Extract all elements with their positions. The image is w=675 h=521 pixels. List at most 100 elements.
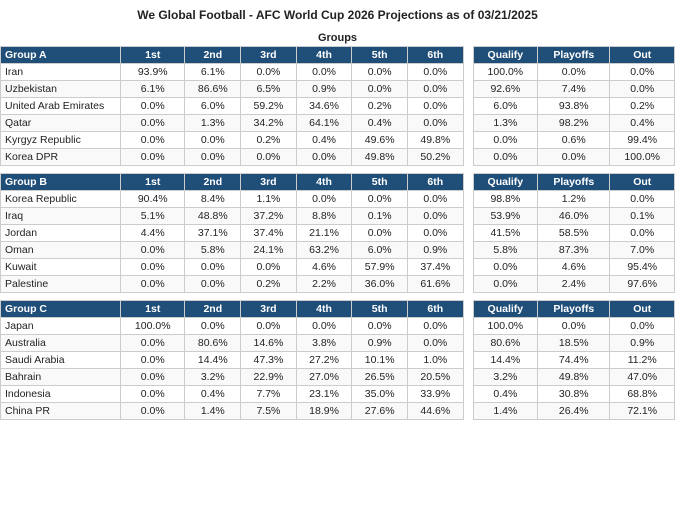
out-val: 0.0%	[610, 191, 675, 208]
out-val: 72.1%	[610, 403, 675, 420]
rank3-val: 0.2%	[241, 132, 297, 149]
rank4-val: 2.2%	[296, 276, 352, 293]
section-groups-label: Groups	[0, 28, 675, 46]
team-name: Iran	[1, 64, 121, 81]
gap-col	[463, 98, 473, 115]
gap-col	[463, 208, 473, 225]
gap-col	[463, 259, 473, 276]
rank2-val: 6.0%	[185, 98, 241, 115]
group-a-rank4-header: 4th	[296, 47, 352, 64]
rank6-val: 0.0%	[407, 335, 463, 352]
team-name: Indonesia	[1, 386, 121, 403]
rank6-val: 0.0%	[407, 318, 463, 335]
qualify-val: 1.3%	[473, 115, 537, 132]
qualify-val: 0.4%	[473, 386, 537, 403]
table-row: Bahrain 0.0% 3.2% 22.9% 27.0% 26.5% 20.5…	[1, 369, 675, 386]
playoffs-val: 98.2%	[538, 115, 610, 132]
out-val: 0.4%	[610, 115, 675, 132]
rank4-val: 0.0%	[296, 318, 352, 335]
rank1-val: 0.0%	[121, 335, 185, 352]
team-name: Australia	[1, 335, 121, 352]
out-val: 7.0%	[610, 242, 675, 259]
gap-col	[463, 403, 473, 420]
group-a-rank1-header: 1st	[121, 47, 185, 64]
rank1-val: 0.0%	[121, 386, 185, 403]
rank5-val: 49.6%	[352, 132, 408, 149]
group-c-rank2-header: 2nd	[185, 301, 241, 318]
rank6-val: 0.0%	[407, 98, 463, 115]
rank6-val: 20.5%	[407, 369, 463, 386]
gap-col	[463, 352, 473, 369]
rank1-val: 0.0%	[121, 115, 185, 132]
rank2-val: 48.8%	[185, 208, 241, 225]
rank5-val: 27.6%	[352, 403, 408, 420]
rank2-val: 5.8%	[185, 242, 241, 259]
rank6-val: 0.9%	[407, 242, 463, 259]
rank4-val: 0.0%	[296, 64, 352, 81]
rank4-val: 27.0%	[296, 369, 352, 386]
rank3-val: 24.1%	[241, 242, 297, 259]
playoffs-val: 7.4%	[538, 81, 610, 98]
rank2-val: 1.3%	[185, 115, 241, 132]
team-name: Oman	[1, 242, 121, 259]
rank6-val: 44.6%	[407, 403, 463, 420]
table-row: Iraq 5.1% 48.8% 37.2% 8.8% 0.1% 0.0% 53.…	[1, 208, 675, 225]
rank2-val: 0.0%	[185, 149, 241, 166]
group-b-out-header: Out	[610, 174, 675, 191]
out-val: 47.0%	[610, 369, 675, 386]
rank1-val: 4.4%	[121, 225, 185, 242]
playoffs-val: 87.3%	[538, 242, 610, 259]
qualify-val: 100.0%	[473, 318, 537, 335]
group-c-rank1-header: 1st	[121, 301, 185, 318]
out-val: 0.0%	[610, 64, 675, 81]
rank5-val: 0.1%	[352, 208, 408, 225]
rank6-val: 0.0%	[407, 225, 463, 242]
gap-col	[463, 115, 473, 132]
group-b-rank6-header: 6th	[407, 174, 463, 191]
rank2-val: 0.0%	[185, 318, 241, 335]
rank1-val: 0.0%	[121, 149, 185, 166]
group-b-rank1-header: 1st	[121, 174, 185, 191]
group-c-rank5-header: 5th	[352, 301, 408, 318]
out-val: 11.2%	[610, 352, 675, 369]
table-row: Korea Republic 90.4% 8.4% 1.1% 0.0% 0.0%…	[1, 191, 675, 208]
team-name: Qatar	[1, 115, 121, 132]
qualify-val: 92.6%	[473, 81, 537, 98]
gap-col	[463, 64, 473, 81]
rank3-val: 0.0%	[241, 64, 297, 81]
rank5-val: 0.0%	[352, 318, 408, 335]
group-a-qualify-header: Qualify	[473, 47, 537, 64]
rank3-val: 0.0%	[241, 149, 297, 166]
qualify-val: 0.0%	[473, 132, 537, 149]
rank1-val: 0.0%	[121, 276, 185, 293]
rank5-val: 0.0%	[352, 64, 408, 81]
group-c-header: Group C 1st 2nd 3rd 4th 5th 6th Qualify …	[1, 301, 675, 318]
gap-col	[463, 191, 473, 208]
out-val: 0.2%	[610, 98, 675, 115]
rank3-val: 34.2%	[241, 115, 297, 132]
rank4-val: 3.8%	[296, 335, 352, 352]
rank4-val: 34.6%	[296, 98, 352, 115]
rank4-val: 64.1%	[296, 115, 352, 132]
team-name: Kyrgyz Republic	[1, 132, 121, 149]
rank3-val: 59.2%	[241, 98, 297, 115]
rank6-val: 0.0%	[407, 191, 463, 208]
gap-col	[463, 149, 473, 166]
rank6-val: 50.2%	[407, 149, 463, 166]
rank5-val: 36.0%	[352, 276, 408, 293]
rank5-val: 0.0%	[352, 191, 408, 208]
table-row: Iran 93.9% 6.1% 0.0% 0.0% 0.0% 0.0% 100.…	[1, 64, 675, 81]
rank4-val: 18.9%	[296, 403, 352, 420]
group-a-rank5-header: 5th	[352, 47, 408, 64]
rank4-val: 21.1%	[296, 225, 352, 242]
playoffs-val: 0.0%	[538, 149, 610, 166]
group-a-rank3-header: 3rd	[241, 47, 297, 64]
playoffs-val: 26.4%	[538, 403, 610, 420]
rank2-val: 37.1%	[185, 225, 241, 242]
rank6-val: 0.0%	[407, 81, 463, 98]
rank3-val: 0.0%	[241, 318, 297, 335]
gap-col	[463, 81, 473, 98]
gap-col	[463, 225, 473, 242]
rank2-val: 1.4%	[185, 403, 241, 420]
rank5-val: 26.5%	[352, 369, 408, 386]
